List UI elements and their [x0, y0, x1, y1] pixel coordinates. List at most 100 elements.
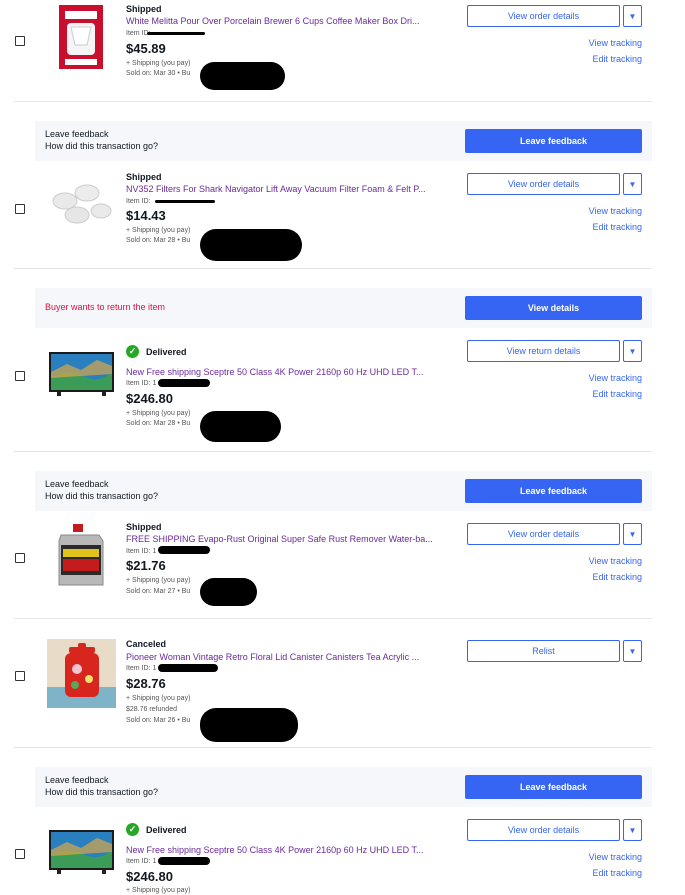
edit-tracking-link[interactable]: Edit tracking	[592, 222, 642, 232]
more-actions-button[interactable]: ▼	[623, 523, 642, 545]
more-actions-button[interactable]: ▼	[623, 340, 642, 362]
order-status: Shipped	[126, 172, 162, 182]
edit-tracking-link[interactable]: Edit tracking	[592, 572, 642, 582]
refunded-amount: $28.76 refunded	[126, 706, 177, 713]
view-tracking-link[interactable]: View tracking	[589, 373, 642, 383]
banner-title: Leave feedback	[45, 775, 109, 785]
order-item-title[interactable]: White Melitta Pour Over Porcelain Brewer…	[126, 16, 436, 26]
sold-on-date: Sold on: Mar 28 • Bu	[126, 420, 191, 427]
view-order-details-button[interactable]: View order details	[467, 819, 620, 841]
chevron-down-icon: ▼	[628, 529, 637, 539]
order-price: $45.89	[126, 41, 166, 56]
more-actions-button[interactable]: ▼	[623, 640, 642, 662]
edit-tracking-link[interactable]: Edit tracking	[592, 389, 642, 399]
order-item-title[interactable]: FREE SHIPPING Evapo-Rust Original Super …	[126, 534, 436, 544]
shipping-note: + Shipping (you pay)	[126, 695, 191, 702]
check-circle-icon: ✓	[126, 823, 139, 836]
redaction-mark	[200, 578, 257, 606]
chevron-down-icon: ▼	[628, 11, 637, 21]
product-image-tv[interactable]	[47, 816, 116, 885]
redaction-mark	[158, 379, 210, 387]
order-price: $246.80	[126, 869, 173, 884]
product-image-rust-remover[interactable]	[47, 521, 116, 590]
order-select-checkbox[interactable]	[15, 849, 25, 859]
redaction-mark	[158, 857, 210, 865]
view-order-details-button[interactable]: View order details	[467, 173, 620, 195]
view-order-details-button[interactable]: View order details	[467, 523, 620, 545]
order-divider	[14, 101, 652, 102]
product-image-tv[interactable]	[47, 338, 116, 407]
banner-subtitle: How did this transaction go?	[45, 787, 159, 797]
feedback-banner: Leave feedback How did this transaction …	[35, 471, 652, 511]
item-id-label: Item ID: 1	[126, 380, 157, 387]
shipping-note: + Shipping (you pay)	[126, 410, 191, 417]
order-price: $246.80	[126, 391, 173, 406]
order-divider	[14, 451, 652, 452]
chevron-down-icon: ▼	[628, 646, 637, 656]
view-tracking-link[interactable]: View tracking	[589, 852, 642, 862]
leave-feedback-button[interactable]: Leave feedback	[465, 129, 642, 153]
product-image-vacuum-filters[interactable]	[47, 171, 116, 240]
edit-tracking-link[interactable]: Edit tracking	[592, 54, 642, 64]
chevron-down-icon: ▼	[628, 825, 637, 835]
order-status: Delivered	[146, 825, 187, 835]
order-select-checkbox[interactable]	[15, 371, 25, 381]
view-tracking-link[interactable]: View tracking	[589, 38, 642, 48]
more-actions-button[interactable]: ▼	[623, 173, 642, 195]
order-status: Canceled	[126, 639, 167, 649]
order-status: Shipped	[126, 522, 162, 532]
more-actions-button[interactable]: ▼	[623, 5, 642, 27]
order-divider	[14, 268, 652, 269]
sold-on-date: Sold on: Mar 30 • Bu	[126, 70, 191, 77]
shipping-note: + Shipping (you pay)	[126, 60, 191, 67]
chevron-down-icon: ▼	[628, 346, 637, 356]
item-id-label: Item ID: 1	[126, 858, 157, 865]
shipping-note: + Shipping (you pay)	[126, 887, 191, 894]
leave-feedback-button[interactable]: Leave feedback	[465, 775, 642, 799]
view-tracking-link[interactable]: View tracking	[589, 556, 642, 566]
shipping-note: + Shipping (you pay)	[126, 227, 191, 234]
view-order-details-button[interactable]: View order details	[467, 5, 620, 27]
banner-subtitle: How did this transaction go?	[45, 141, 159, 151]
leave-feedback-button[interactable]: Leave feedback	[465, 479, 642, 503]
feedback-banner: Leave feedback How did this transaction …	[35, 121, 652, 161]
sold-on-date: Sold on: Mar 28 • Bu	[126, 237, 191, 244]
product-image-canister[interactable]	[47, 639, 116, 708]
sold-on-date: Sold on: Mar 27 • Bu	[126, 588, 191, 595]
banner-subtitle: How did this transaction go?	[45, 491, 159, 501]
order-item-title[interactable]: New Free shipping Sceptre 50 Class 4K Po…	[126, 845, 436, 855]
redaction-mark	[147, 32, 205, 35]
view-details-button[interactable]: View details	[465, 296, 642, 320]
edit-tracking-link[interactable]: Edit tracking	[592, 868, 642, 878]
redaction-mark	[155, 200, 215, 203]
feedback-banner: Leave feedback How did this transaction …	[35, 767, 652, 807]
product-image-coffee-brewer[interactable]	[47, 3, 116, 72]
item-id-label: Item ID: 1	[126, 548, 157, 555]
relist-button[interactable]: Relist	[467, 640, 620, 662]
order-select-checkbox[interactable]	[15, 553, 25, 563]
redaction-mark	[200, 62, 285, 90]
redaction-mark	[158, 546, 210, 554]
order-divider	[14, 747, 652, 748]
order-status: Shipped	[126, 4, 162, 14]
order-price: $14.43	[126, 208, 166, 223]
more-actions-button[interactable]: ▼	[623, 819, 642, 841]
order-price: $28.76	[126, 676, 166, 691]
order-select-checkbox[interactable]	[15, 671, 25, 681]
order-select-checkbox[interactable]	[15, 204, 25, 214]
chevron-down-icon: ▼	[628, 179, 637, 189]
redaction-mark	[200, 708, 298, 742]
redaction-mark	[158, 664, 218, 672]
item-id-label: Item ID: 1	[126, 665, 157, 672]
view-return-details-button[interactable]: View return details	[467, 340, 620, 362]
order-price: $21.76	[126, 558, 166, 573]
item-id-label: Item ID:	[126, 198, 151, 205]
banner-title: Leave feedback	[45, 129, 109, 139]
order-item-title[interactable]: New Free shipping Sceptre 50 Class 4K Po…	[126, 367, 436, 377]
order-item-title[interactable]: NV352 Filters For Shark Navigator Lift A…	[126, 184, 436, 194]
view-tracking-link[interactable]: View tracking	[589, 206, 642, 216]
redaction-mark	[200, 229, 302, 261]
banner-title: Leave feedback	[45, 479, 109, 489]
order-item-title[interactable]: Pioneer Woman Vintage Retro Floral Lid C…	[126, 652, 436, 662]
order-select-checkbox[interactable]	[15, 36, 25, 46]
